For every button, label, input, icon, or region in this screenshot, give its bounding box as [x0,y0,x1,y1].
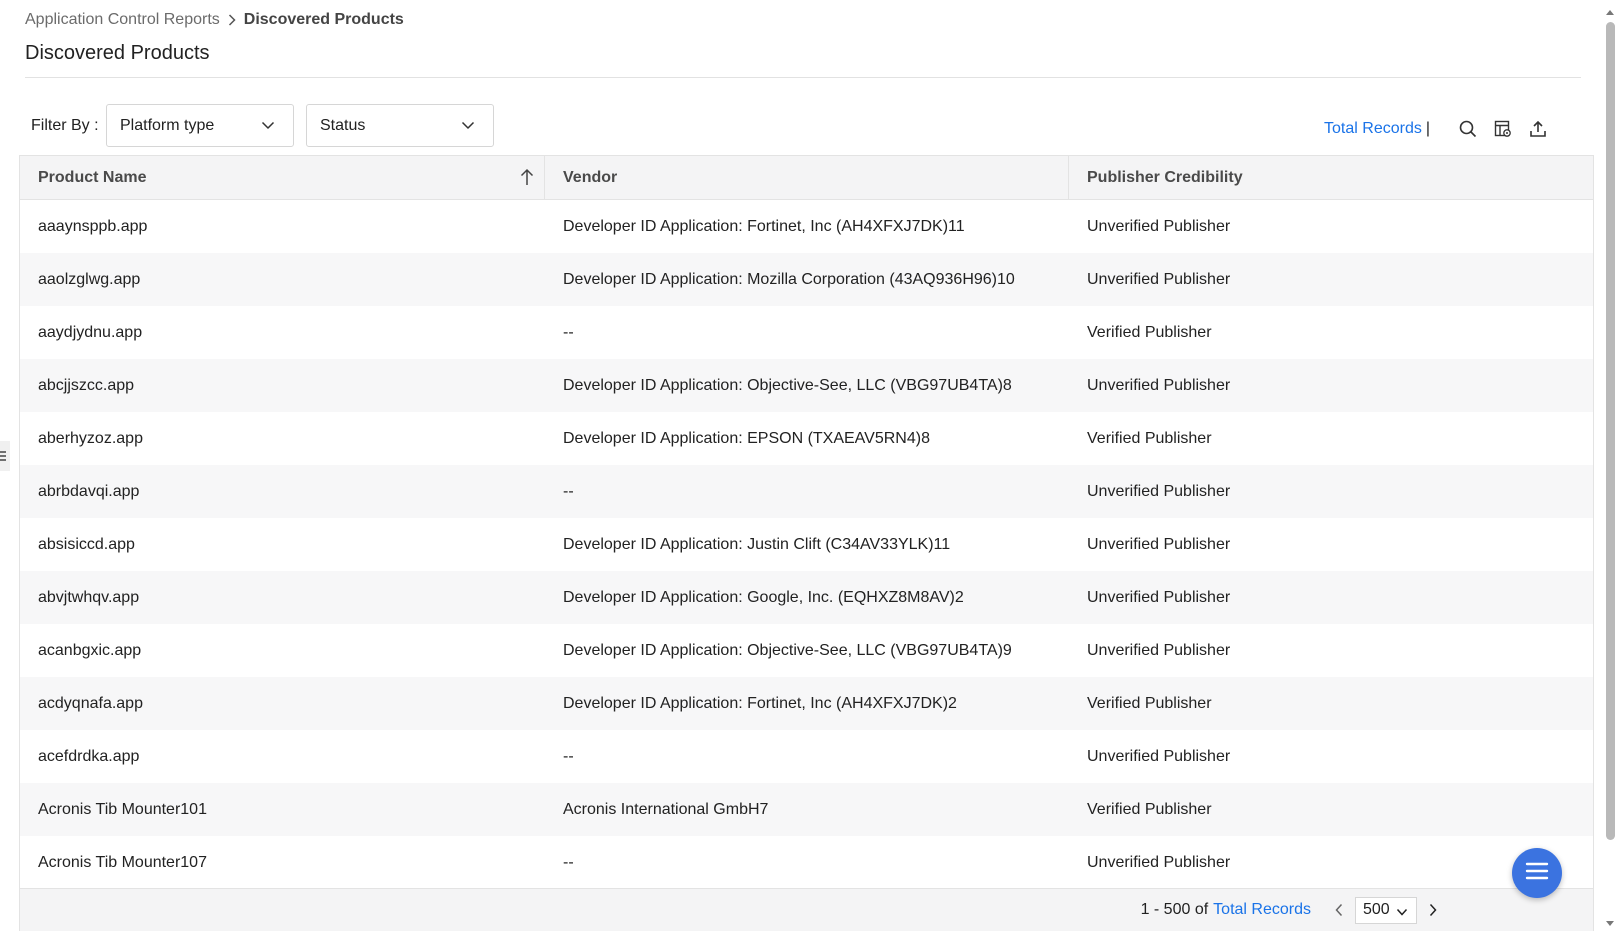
chevron-down-icon [461,118,475,137]
filter-by-label: Filter By : [31,117,99,134]
scroll-down-arrow-icon[interactable] [1605,915,1615,931]
cell-publisher-credibility: Verified Publisher [1087,323,1212,341]
menu-fab-button[interactable] [1512,848,1562,898]
cell-publisher-credibility: Unverified Publisher [1087,747,1231,765]
table-row[interactable]: acdyqnafa.app Developer ID Application: F… [20,677,1593,730]
search-icon[interactable] [1457,118,1479,140]
cell-publisher-credibility: Unverified Publisher [1087,376,1231,394]
cell-publisher-credibility: Unverified Publisher [1087,482,1231,500]
cell-vendor: Developer ID Application: Objective-See,… [563,376,1012,394]
pagination-total-records-link[interactable]: Total Records [1213,901,1311,919]
table-row[interactable]: abrbdavqi.app -- Unverified Publisher [20,465,1593,518]
cell-product-name: abvjtwhqv.app [38,588,140,606]
pagination-range: 1 - 500 of [1140,901,1209,918]
cell-vendor: Developer ID Application: Objective-See,… [563,641,1012,659]
table-row[interactable]: aaaynsppb.app Developer ID Application: F… [20,200,1593,253]
cell-vendor: -- [563,853,574,871]
breadcrumb-parent-link[interactable]: Application Control Reports [25,11,220,29]
status-select[interactable]: Status [306,104,494,147]
platform-type-select-value: Platform type [120,116,215,134]
column-header-publisher-credibility[interactable]: Publisher Credibility [1069,156,1593,199]
cell-vendor: Developer ID Application: Mozilla Corpor… [563,270,1015,288]
table-row[interactable]: acanbgxic.app Developer ID Application: O… [20,624,1593,677]
cell-vendor: Developer ID Application: Fortinet, Inc … [563,217,965,235]
breadcrumb-current: Discovered Products [243,11,404,28]
table-row[interactable]: Acronis Tib Mounter107 -- Unverified Publi… [20,836,1593,889]
discovered-products-table: Product Name Vendor Publisher Credibilit… [19,155,1594,931]
cell-product-name: aaydjydnu.app [38,323,143,341]
table-row[interactable]: aaolzglwg.app Developer ID Application: M… [20,253,1593,306]
cell-product-name: aberhyzoz.app [38,429,143,447]
column-header-product-name[interactable]: Product Name [20,156,545,199]
scrollbar-thumb[interactable] [1606,22,1615,840]
chevron-down-icon [1396,905,1408,923]
cell-publisher-credibility: Verified Publisher [1087,694,1212,712]
table-row[interactable]: aaydjydnu.app -- Verified Publisher [20,306,1593,359]
table-row[interactable]: abcjjszcc.app Developer ID Application: O… [20,359,1593,412]
cell-product-name: aaaynsppb.app [38,217,148,235]
cell-publisher-credibility: Unverified Publisher [1087,535,1231,553]
column-header-label: Product Name [38,168,147,186]
cell-publisher-credibility: Unverified Publisher [1087,270,1231,288]
table-row[interactable]: abvjtwhqv.app Developer ID Application: G… [20,571,1593,624]
cell-vendor: Developer ID Application: Justin Clift (… [563,535,951,553]
cell-product-name: abrbdavqi.app [38,482,140,500]
chevron-down-icon [261,118,275,137]
cell-publisher-credibility: Unverified Publisher [1087,217,1231,235]
cell-product-name: absisiccd.app [38,535,135,553]
column-header-label: Vendor [563,168,618,186]
table-row[interactable]: Acronis Tib Mounter101 Acronis Internatio… [20,783,1593,836]
title-divider [25,77,1581,78]
cell-publisher-credibility: Verified Publisher [1087,429,1212,447]
cell-vendor: -- [563,747,574,765]
page-scrollbar[interactable] [1603,0,1617,931]
cell-product-name: aaolzglwg.app [38,270,141,288]
side-panel-handle[interactable] [0,441,10,471]
toolbar-separator: | [1425,120,1430,137]
table-row[interactable]: acefdrdka.app -- Unverified Publisher [20,730,1593,783]
total-records-link[interactable]: Total Records [1324,120,1422,138]
cell-publisher-credibility: Unverified Publisher [1087,641,1231,659]
page-size-select[interactable]: 500 [1355,896,1417,924]
cell-product-name: acefdrdka.app [38,747,140,765]
cell-product-name: Acronis Tib Mounter101 [38,800,207,818]
cell-product-name: acdyqnafa.app [38,694,143,712]
cell-vendor: -- [563,323,574,341]
previous-page-button[interactable] [1329,899,1349,921]
column-header-label: Publisher Credibility [1087,168,1243,186]
export-icon[interactable] [1527,118,1549,140]
status-select-value: Status [320,116,366,134]
cell-publisher-credibility: Verified Publisher [1087,800,1212,818]
cell-vendor: Developer ID Application: Google, Inc. (… [563,588,964,606]
hamburger-menu-icon [1525,861,1549,886]
table-toolbar: Total Records | [1324,117,1549,141]
scroll-up-arrow-icon[interactable] [1605,3,1615,21]
cell-vendor: Acronis International GmbH7 [563,800,769,818]
cell-publisher-credibility: Unverified Publisher [1087,588,1231,606]
cell-vendor: -- [563,482,574,500]
column-header-vendor[interactable]: Vendor [545,156,1069,199]
platform-type-select[interactable]: Platform type [106,104,294,147]
cell-product-name: Acronis Tib Mounter107 [38,853,207,871]
table-body: aaaynsppb.app Developer ID Application: F… [20,200,1593,889]
cell-product-name: acanbgxic.app [38,641,142,659]
chevron-right-icon [228,14,236,26]
table-row[interactable]: absisiccd.app Developer ID Application: J… [20,518,1593,571]
cell-product-name: abcjjszcc.app [38,376,135,394]
table-row[interactable]: aberhyzoz.app Developer ID Application: E… [20,412,1593,465]
next-page-button[interactable] [1423,899,1443,921]
column-settings-icon[interactable] [1492,118,1514,140]
page-title: Discovered Products [25,42,210,64]
breadcrumb: Application Control Reports Discovered P… [25,10,404,30]
cell-vendor: Developer ID Application: EPSON (TXAEAV5… [563,429,930,447]
table-header: Product Name Vendor Publisher Credibilit… [20,156,1593,200]
sort-ascending-icon[interactable] [520,168,534,191]
cell-vendor: Developer ID Application: Fortinet, Inc … [563,694,957,712]
page-size-value: 500 [1363,901,1390,918]
pagination-bar: 1 - 500 of Total Records 500 [20,888,1593,931]
